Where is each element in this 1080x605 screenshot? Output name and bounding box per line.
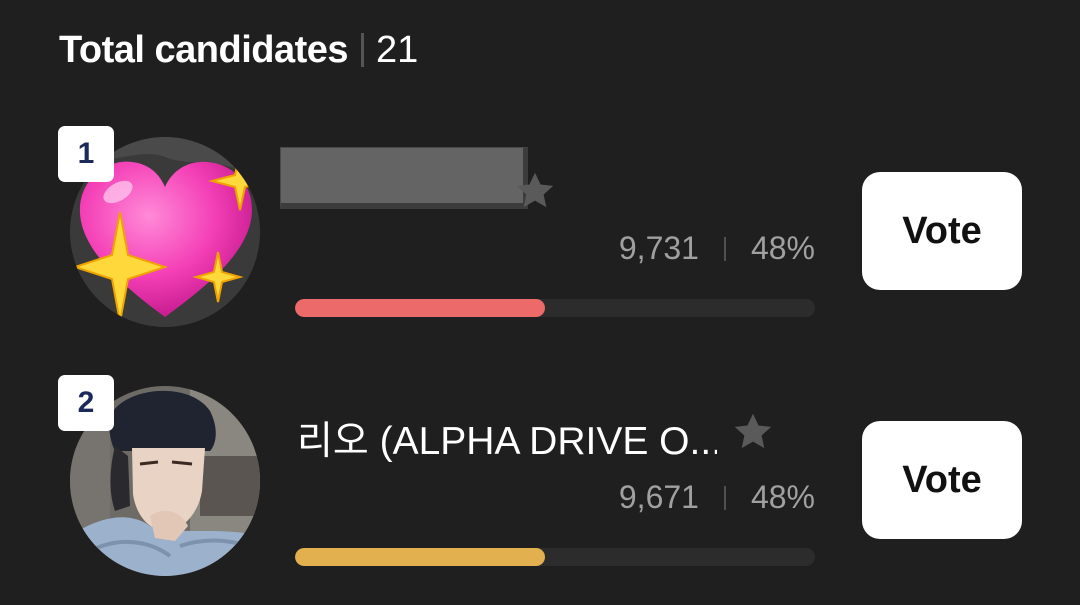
star-icon[interactable] xyxy=(730,409,776,455)
vote-count: 9,731 xyxy=(618,230,699,266)
vote-button[interactable]: Vote xyxy=(862,172,1022,290)
stats-divider xyxy=(723,485,726,510)
vote-count: 9,671 xyxy=(618,479,699,515)
candidate-list-page: Total candidates 21 1 9,731 48% Vote 2 리… xyxy=(0,0,1080,605)
header-divider xyxy=(361,33,365,67)
candidate-name-redacted xyxy=(280,147,528,209)
candidate-name: 리오 (ALPHA DRIVE O... xyxy=(297,420,717,463)
rank-badge: 1 xyxy=(58,126,114,182)
candidate-row: 2 리오 (ALPHA DRIVE O... 9,671 48% Vote xyxy=(0,372,1080,582)
vote-stats: 9,671 48% xyxy=(619,479,815,516)
header-title: Total candidates xyxy=(59,28,349,71)
star-icon[interactable] xyxy=(512,168,558,214)
stats-divider xyxy=(723,236,726,261)
rank-badge: 2 xyxy=(58,375,114,431)
vote-button[interactable]: Vote xyxy=(862,421,1022,539)
vote-progress-bar xyxy=(295,299,815,317)
vote-percent: 48% xyxy=(750,230,815,266)
candidate-count: 21 xyxy=(376,28,419,71)
candidates-header: Total candidates 21 xyxy=(59,26,418,74)
candidate-row: 1 9,731 48% Vote xyxy=(0,120,1080,330)
vote-progress-fill xyxy=(295,548,545,566)
vote-progress-fill xyxy=(295,299,545,317)
vote-percent: 48% xyxy=(750,479,815,515)
vote-progress-bar xyxy=(295,548,815,566)
vote-stats: 9,731 48% xyxy=(619,230,815,267)
